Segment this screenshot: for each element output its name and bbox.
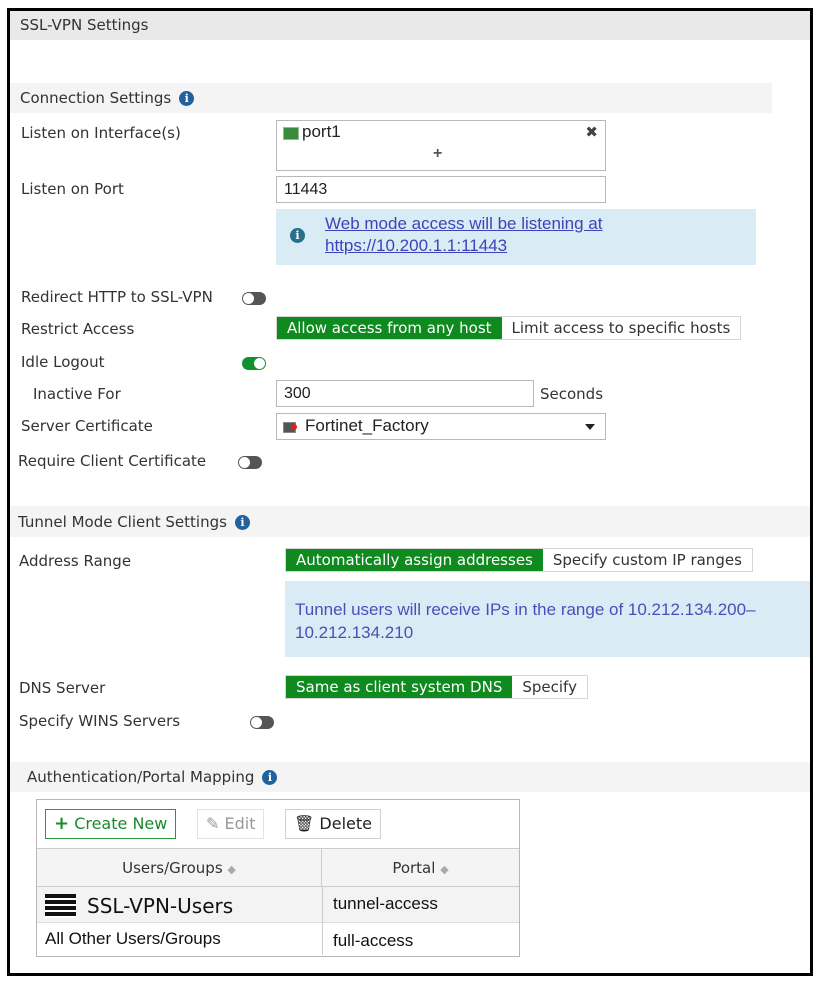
auth-portal-table: + Create New ✎ Edit 🗑 Delete Users/Group… <box>36 799 520 957</box>
tunnel-range-info-box: Tunnel users will receive IPs in the ran… <box>285 581 810 657</box>
info-icon[interactable]: i <box>234 515 250 530</box>
network-port-icon <box>283 127 299 140</box>
info-icon[interactable]: i <box>179 91 195 106</box>
table-row[interactable]: SSL-VPN-Users tunnel-access <box>37 887 519 923</box>
redirect-http-toggle[interactable] <box>242 292 266 305</box>
sort-icon: ◆ <box>227 863 236 876</box>
tunnel-range-message: Tunnel users will receive IPs in the ran… <box>295 600 756 642</box>
idle-logout-label: Idle Logout <box>21 353 105 371</box>
pencil-icon: ✎ <box>206 814 220 833</box>
section-connection-settings: Connection Settings i <box>10 83 772 113</box>
portal-cell: tunnel-access <box>333 894 438 913</box>
section-title: Authentication/Portal Mapping <box>27 768 255 786</box>
address-range-selector: Automatically assign addresses Specify c… <box>285 548 753 572</box>
inactive-for-label: Inactive For <box>33 385 121 403</box>
seconds-unit-label: Seconds <box>540 385 604 403</box>
inactive-for-input[interactable] <box>276 380 534 407</box>
add-interface-icon[interactable]: + <box>433 145 442 163</box>
users-groups-cell: SSL-VPN-Users <box>87 894 234 918</box>
web-mode-access-link[interactable]: Web mode access will be listening at htt… <box>325 213 603 257</box>
portal-cell: full-access <box>333 931 414 950</box>
remove-interface-icon[interactable]: ✖ <box>585 123 598 141</box>
interface-item: port1 <box>302 122 341 141</box>
address-range-label: Address Range <box>19 552 132 570</box>
plus-icon: + <box>54 813 70 834</box>
delete-button[interactable]: 🗑 Delete <box>285 809 381 839</box>
listen-interfaces-field[interactable]: port1 ✖ + <box>276 120 606 171</box>
server-certificate-value: Fortinet_Factory <box>305 416 429 435</box>
limit-specific-hosts-option[interactable]: Limit access to specific hosts <box>501 317 741 339</box>
create-new-button[interactable]: + Create New <box>45 809 177 839</box>
restrict-access-selector: Allow access from any host Limit access … <box>276 316 742 340</box>
web-mode-info-box: i Web mode access will be listening at h… <box>276 209 756 265</box>
section-title: Connection Settings <box>20 89 172 107</box>
auto-assign-addresses-option[interactable]: Automatically assign addresses <box>286 549 543 571</box>
allow-any-host-option[interactable]: Allow access from any host <box>277 317 502 339</box>
edit-button[interactable]: ✎ Edit <box>197 809 265 839</box>
ssl-vpn-settings-panel: SSL-VPN Settings Connection Settings i Li… <box>7 8 813 976</box>
require-client-cert-toggle[interactable] <box>238 456 262 469</box>
specify-dns-option[interactable]: Specify <box>512 676 587 698</box>
info-icon[interactable]: i <box>262 770 278 785</box>
dns-server-selector: Same as client system DNS Specify <box>285 675 588 699</box>
idle-logout-toggle[interactable] <box>242 357 266 370</box>
chevron-down-icon <box>585 424 595 430</box>
sort-icon: ◆ <box>440 863 449 876</box>
restrict-access-label: Restrict Access <box>21 320 135 338</box>
wins-servers-label: Specify WINS Servers <box>19 712 181 730</box>
info-icon: i <box>290 228 305 243</box>
panel-title: SSL-VPN Settings <box>20 16 149 34</box>
listen-interfaces-label: Listen on Interface(s) <box>21 124 181 142</box>
wins-servers-toggle[interactable] <box>250 716 274 729</box>
panel-title-bar: SSL-VPN Settings <box>10 11 810 40</box>
column-header-users-groups[interactable]: Users/Groups ◆ <box>37 848 322 887</box>
section-auth-portal-mapping: Authentication/Portal Mapping i <box>10 762 810 792</box>
user-group-icon <box>45 894 76 918</box>
column-header-portal[interactable]: Portal ◆ <box>322 848 519 887</box>
server-certificate-select[interactable]: Fortinet_Factory <box>276 413 606 440</box>
section-tunnel-mode: Tunnel Mode Client Settings i <box>10 506 810 537</box>
trash-icon: 🗑 <box>294 814 315 833</box>
same-as-client-dns-option[interactable]: Same as client system DNS <box>286 676 513 698</box>
require-client-cert-label: Require Client Certificate <box>18 452 207 470</box>
redirect-http-label: Redirect HTTP to SSL-VPN <box>21 288 213 306</box>
users-groups-cell: All Other Users/Groups <box>45 929 221 948</box>
custom-ip-ranges-option[interactable]: Specify custom IP ranges <box>542 549 752 571</box>
server-certificate-label: Server Certificate <box>21 417 153 435</box>
table-row[interactable]: All Other Users/Groups full-access <box>37 923 519 955</box>
dns-server-label: DNS Server <box>19 679 106 697</box>
section-title: Tunnel Mode Client Settings <box>18 513 227 531</box>
listen-port-label: Listen on Port <box>21 180 124 198</box>
listen-port-input[interactable] <box>276 176 606 203</box>
